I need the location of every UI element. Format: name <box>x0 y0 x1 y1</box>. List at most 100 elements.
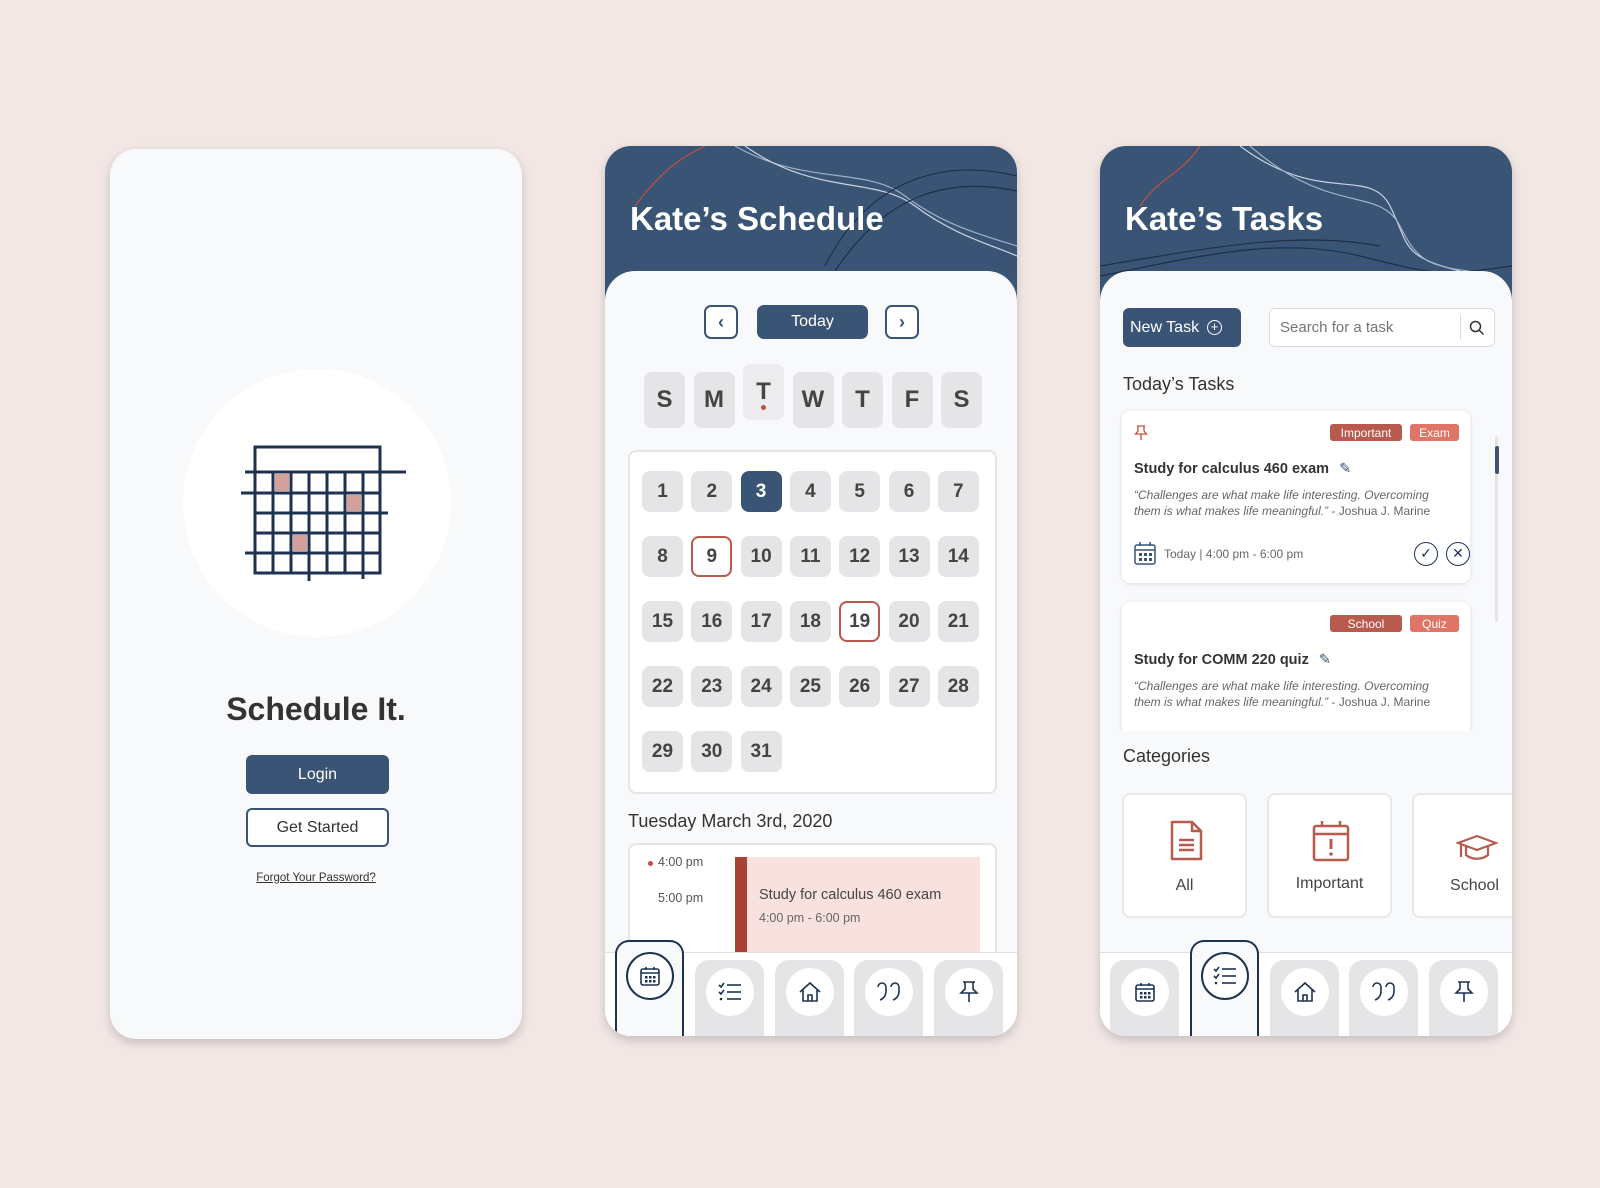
current-time-dot <box>648 861 653 866</box>
day-cell[interactable]: 6 <box>888 471 930 512</box>
day-cell[interactable]: 27 <box>888 666 930 707</box>
day-cell[interactable]: 24 <box>740 666 782 707</box>
checklist-icon <box>705 968 754 1016</box>
nav-tab-checklist[interactable] <box>1190 940 1259 1036</box>
day-cell[interactable]: 7 <box>937 471 979 512</box>
bottom-nav <box>1100 940 1512 1036</box>
day-cell[interactable]: 25 <box>789 666 831 707</box>
delete-task-button[interactable]: ✕ <box>1446 542 1470 566</box>
tag-important[interactable]: Important <box>1330 424 1402 441</box>
event-title: Study for calculus 460 exam <box>759 887 942 903</box>
current-day-dot <box>761 405 766 410</box>
day-cell[interactable]: 15 <box>642 601 683 642</box>
schedule-body: ‹ Today › SMTWTFS 1 2 3 4 5 6 7 8 9 10 11 12 13 14 15 1… <box>605 271 1017 1036</box>
day-cell[interactable]: 26 <box>839 666 881 707</box>
category-all[interactable]: All <box>1122 793 1247 918</box>
day-cell[interactable]: 14 <box>937 536 979 577</box>
pencil-icon[interactable]: ✎ <box>1319 652 1331 668</box>
new-task-label: New Task <box>1130 318 1200 336</box>
checklist-icon <box>1200 952 1249 1000</box>
search-input[interactable] <box>1280 317 1455 337</box>
task-quote: “Challenges are what make life interesti… <box>1134 679 1431 709</box>
day-cell[interactable]: 10 <box>740 536 782 577</box>
day-cell[interactable]: 31 <box>740 731 782 772</box>
day-cell[interactable]: 29 <box>642 731 683 772</box>
calendar-icon <box>1120 968 1169 1016</box>
task-title: Study for COMM 220 quiz ✎ <box>1134 652 1332 668</box>
tag-quiz[interactable]: Quiz <box>1410 615 1459 632</box>
login-screen: Schedule It. Login Get Started Forgot Yo… <box>110 149 522 1039</box>
day-cell[interactable]: 28 <box>937 666 979 707</box>
nav-tab-home[interactable] <box>1270 960 1339 1036</box>
tag-exam[interactable]: Exam <box>1410 424 1459 441</box>
day-cell[interactable]: 30 <box>691 731 733 772</box>
day-cell[interactable]: 23 <box>691 666 733 707</box>
time-label: 5:00 pm <box>658 891 704 905</box>
weekday-1: M <box>693 372 735 428</box>
check-icon: ✓ <box>1420 545 1432 561</box>
day-cell[interactable]: 4 <box>789 471 831 512</box>
category-label: Important <box>1295 875 1364 892</box>
nav-tab-quote[interactable] <box>854 960 923 1036</box>
day-cell[interactable]: 17 <box>740 601 782 642</box>
forgot-password-link[interactable]: Forgot Your Password? <box>110 872 522 884</box>
task-list: Important Exam Study for calculus 460 ex… <box>1100 401 1490 731</box>
category-label: School <box>1450 877 1499 894</box>
nav-tab-quote[interactable] <box>1349 960 1418 1036</box>
day-cell[interactable]: 12 <box>839 536 881 577</box>
day-cell[interactable]: 18 <box>789 601 831 642</box>
day-cell[interactable]: 22 <box>642 666 683 707</box>
nav-tab-pin[interactable] <box>1429 960 1498 1036</box>
day-cell[interactable]: 21 <box>937 601 979 642</box>
weekday-6: S <box>941 372 982 428</box>
day-cell[interactable]: 3 <box>740 471 782 512</box>
login-button[interactable]: Login <box>246 755 389 794</box>
day-cell[interactable]: 13 <box>888 536 930 577</box>
page-title: Kate’s Tasks <box>1125 200 1324 237</box>
category-important[interactable]: Important <box>1267 793 1392 918</box>
day-cell[interactable]: 19 <box>839 601 881 642</box>
day-cell[interactable]: 8 <box>642 536 683 577</box>
today-button[interactable]: Today <box>757 305 868 339</box>
task-list-scrollbar[interactable] <box>1495 436 1499 622</box>
pin-icon <box>1439 968 1488 1016</box>
day-cell[interactable]: 20 <box>888 601 930 642</box>
pin-icon <box>944 968 993 1016</box>
new-task-button[interactable]: New Task + <box>1123 308 1241 347</box>
nav-tab-calendar[interactable] <box>615 940 684 1036</box>
task-card[interactable]: Important Exam Study for calculus 460 ex… <box>1122 411 1470 583</box>
nav-tab-home[interactable] <box>775 960 844 1036</box>
task-card[interactable]: School Quiz Study for COMM 220 quiz ✎ “C… <box>1122 602 1470 731</box>
home-icon <box>785 968 834 1016</box>
chevron-left-icon: ‹ <box>718 311 724 332</box>
day-cell[interactable]: 9 <box>691 536 733 577</box>
day-cell[interactable]: 11 <box>789 536 831 577</box>
prev-month-button[interactable]: ‹ <box>704 305 738 339</box>
task-quote: “Challenges are what make life interesti… <box>1134 488 1431 518</box>
quote-icon <box>864 968 913 1016</box>
nav-tab-calendar[interactable] <box>1110 960 1179 1036</box>
divider <box>1460 315 1461 340</box>
day-cell[interactable]: 2 <box>691 471 733 512</box>
nav-tab-checklist[interactable] <box>695 960 764 1036</box>
tasks-screen: Kate’s Tasks New Task + Today’s Tasks Im… <box>1100 146 1512 1036</box>
day-cell[interactable]: 5 <box>839 471 881 512</box>
illustration-circle <box>183 369 451 637</box>
search-box <box>1269 308 1495 347</box>
pencil-icon[interactable]: ✎ <box>1339 461 1351 477</box>
day-cell[interactable]: 1 <box>642 471 683 512</box>
search-icon[interactable] <box>1469 320 1485 336</box>
complete-task-button[interactable]: ✓ <box>1414 542 1438 566</box>
calendar-alert-icon <box>1312 821 1350 862</box>
category-school[interactable]: School <box>1412 793 1512 918</box>
calendar-icon <box>625 952 674 1000</box>
tag-school[interactable]: School <box>1330 615 1402 632</box>
scrollbar-thumb[interactable] <box>1495 446 1499 474</box>
pin-icon[interactable] <box>1134 425 1148 441</box>
get-started-button[interactable]: Get Started <box>246 808 389 847</box>
next-month-button[interactable]: › <box>885 305 919 339</box>
close-icon: ✕ <box>1452 545 1464 561</box>
nav-tab-pin[interactable] <box>934 960 1003 1036</box>
day-cell[interactable]: 16 <box>691 601 733 642</box>
quote-icon <box>1359 968 1408 1016</box>
